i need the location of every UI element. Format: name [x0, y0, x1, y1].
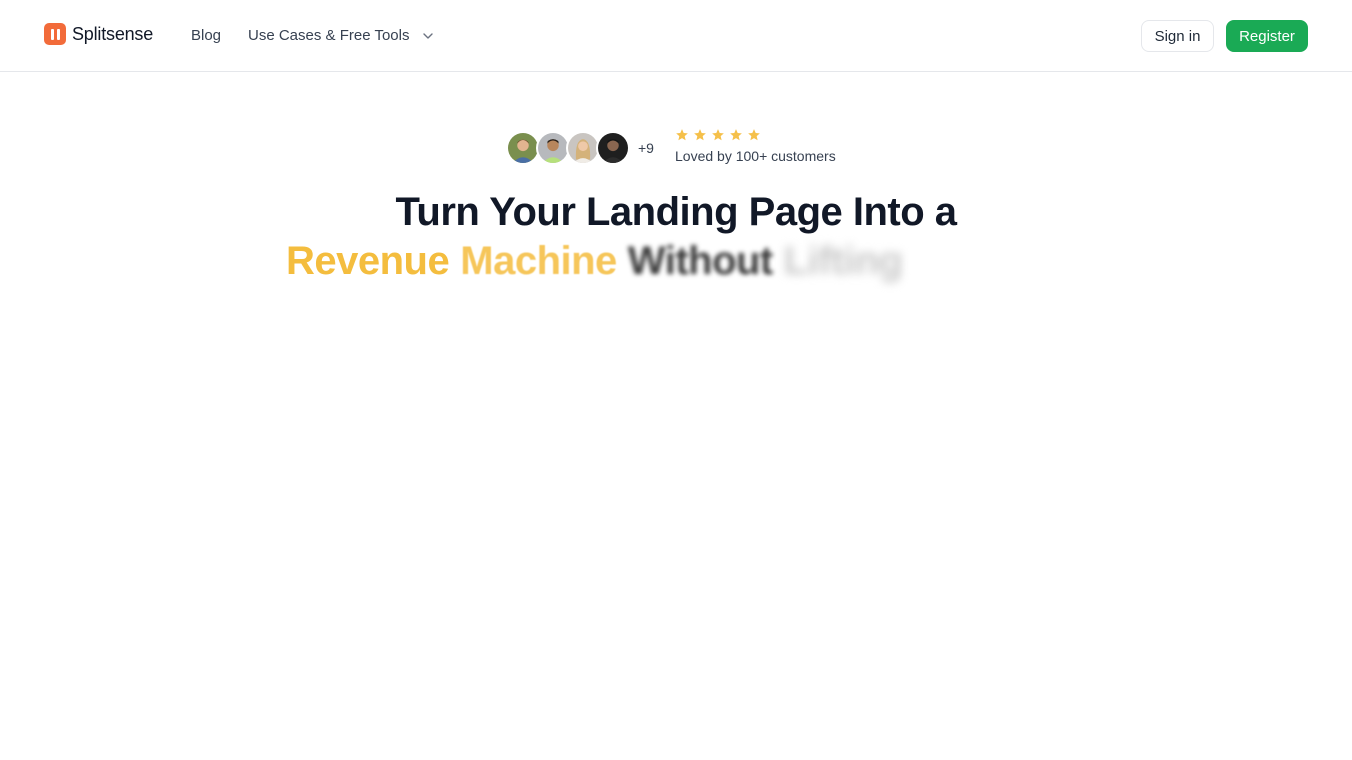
avatar [506, 131, 540, 165]
star-icon [748, 129, 760, 141]
star-icon [676, 129, 688, 141]
brand-name: Splitsense [72, 23, 154, 44]
register-button[interactable]: Register [1226, 20, 1308, 52]
nav-link-blog[interactable]: Blog [191, 27, 221, 44]
hero-word-machine: Machine [460, 239, 617, 283]
social-proof: +9 Loved by 100+ customers [506, 128, 851, 167]
chevron-down-icon [423, 32, 434, 39]
loved-by-text: Loved by 100+ customers [675, 148, 836, 164]
star-icon [712, 129, 724, 141]
avatar [536, 131, 570, 165]
brand-logo-link[interactable]: Splitsense [44, 23, 153, 45]
star-icon [694, 129, 706, 141]
star-icon [730, 129, 742, 141]
top-navbar: Splitsense Blog Use Cases & Free Tools S… [0, 0, 1352, 72]
customer-rating: Loved by 100+ customers [675, 128, 836, 164]
hero-title-line-2: Revenue Machine Without Lifting [286, 237, 913, 287]
hero-word-lifting: Lifting [783, 239, 903, 283]
nav-dropdown-use-cases[interactable]: Use Cases & Free Tools [248, 27, 435, 44]
avatar [596, 131, 630, 165]
hero-word-without: Without [627, 239, 773, 283]
extra-customers-count: +9 [638, 140, 654, 156]
nav-dropdown-label: Use Cases & Free Tools [248, 27, 410, 44]
rating-stars [675, 128, 836, 142]
splitsense-logo-icon [44, 23, 66, 45]
avatar [566, 131, 600, 165]
hero-word-revenue: Revenue [286, 239, 450, 283]
hero-title-line-1: Turn Your Landing Page Into a [395, 190, 957, 234]
sign-in-button[interactable]: Sign in [1141, 20, 1214, 52]
